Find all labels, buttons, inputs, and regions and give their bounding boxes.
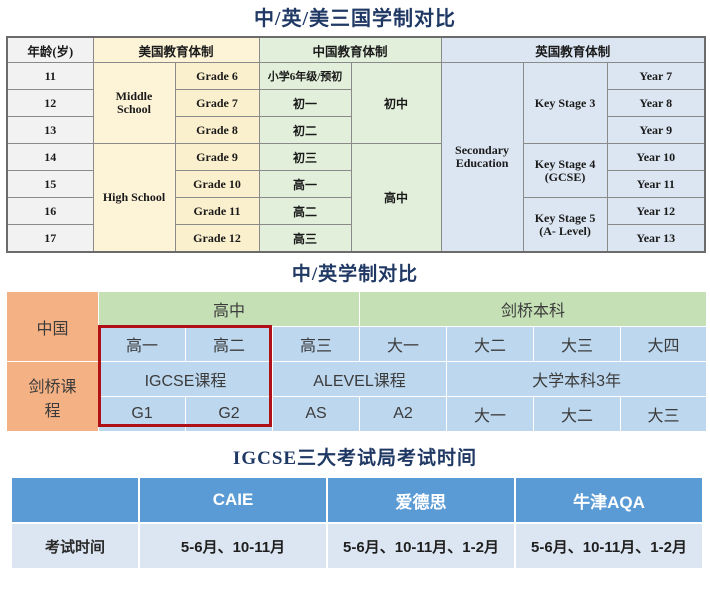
cell-course-igcse: IGCSE课程 (98, 361, 273, 397)
table-row-header: CAIE 爱德思 牛津AQA (10, 476, 704, 524)
cell-us-high-school: High School (92, 143, 176, 253)
cell-uk-year-13: Year 13 (606, 224, 706, 253)
cell-exam-time-oxford-aqa: 5-6月、10-11月、1-2月 (514, 522, 704, 570)
cell-age-17: 17 (6, 224, 94, 253)
cell-level-2: AS (271, 396, 361, 432)
header-uk: 英国教育体制 (440, 36, 706, 63)
cell-uk-year-12: Year 12 (606, 197, 706, 225)
cell-stage-senior-high: 高中 (97, 291, 361, 327)
section-one-title: 中/英/美三国学制对比 (253, 8, 457, 30)
cell-corner-blank (10, 476, 140, 524)
cell-uk-year-11: Year 11 (606, 170, 706, 198)
table-row-course: 剑桥课 程 IGCSE课程 ALEVEL课程 大学本科3年 (6, 361, 708, 432)
cell-course-alevel: ALEVEL课程 (271, 361, 448, 397)
ks4-line1: Key Stage 4 (534, 156, 596, 171)
china-cambridge-comparison-table: 中国 高中 剑桥本科 高一 高二 高三 大一 大二 大三 大四 剑桥课 程 IG… (6, 291, 708, 432)
cell-uk-year-9: Year 9 (606, 116, 706, 144)
cell-year-5: 大三 (533, 326, 622, 362)
header-board-edexcel: 爱德思 (326, 476, 516, 524)
table-row: 14 High School Grade 9 初三 高中 Key Stage 4… (6, 143, 706, 253)
cell-cn-grade-4: 高一 (258, 170, 352, 198)
table-row-year: 高一 高二 高三 大一 大二 大三 大四 (7, 326, 708, 362)
cell-level-1: G2 (185, 396, 273, 432)
cell-level-3: A2 (359, 396, 448, 432)
cell-uk-key-stage-3: Key Stage 3 (522, 62, 608, 144)
cell-exam-time-edexcel: 5-6月、10-11月、1-2月 (326, 522, 516, 570)
table-row-stage: 中国 高中 剑桥本科 (6, 291, 708, 362)
cell-level-0: G1 (98, 396, 186, 432)
cell-stage-cambridge-undergrad: 剑桥本科 (359, 291, 708, 327)
us-middle-school-line2: School (116, 102, 151, 116)
cell-uk-year-10: Year 10 (606, 143, 706, 171)
cell-uk-key-stage-5: Key Stage 5 (A- Level) (522, 197, 608, 253)
cell-cn-grade-1: 初一 (258, 89, 352, 117)
ks5-line2: (A- Level) (539, 223, 591, 238)
cell-year-6: 大四 (620, 326, 708, 362)
table-row: 11 Middle School Grade 6 小学6年级/预初 初中 Sec… (6, 62, 706, 253)
table-row-level: G1 G2 AS A2 大一 大二 大三 (7, 396, 708, 432)
cell-us-grade-8: Grade 8 (174, 116, 260, 144)
uk-secondary-line2: Education (455, 156, 509, 170)
table-row-header: 年龄(岁) 美国教育体制 中国教育体制 英国教育体制 (6, 36, 706, 63)
cell-age-16: 16 (6, 197, 94, 225)
cell-exam-time-caie: 5-6月、10-11月 (138, 522, 328, 570)
table-row: 考试时间 5-6月、10-11月 5-6月、10-11月、1-2月 5-6月、1… (10, 522, 704, 570)
three-country-comparison-table: 年龄(岁) 美国教育体制 中国教育体制 英国教育体制 11 Middle Sch… (6, 36, 707, 253)
china-cambridge-table-wrapper: 中国 高中 剑桥本科 高一 高二 高三 大一 大二 大三 大四 剑桥课 程 IG… (6, 291, 708, 432)
cell-uk-key-stage-4: Key Stage 4 (GCSE) (522, 143, 608, 198)
cell-cn-grade-6: 高三 (258, 224, 352, 253)
cell-uk-year-7: Year 7 (606, 62, 706, 90)
cell-cn-grade-5: 高二 (258, 197, 352, 225)
cell-level-5: 大二 (533, 396, 622, 432)
header-us: 美国教育体制 (92, 36, 260, 63)
section-two-title: 中/英学制对比 (291, 264, 419, 285)
cell-age-11: 11 (6, 62, 94, 90)
cell-age-13: 13 (6, 116, 94, 144)
cell-course-undergrad: 大学本科3年 (446, 361, 708, 397)
header-cn: 中国教育体制 (258, 36, 442, 63)
cell-year-1: 高二 (185, 326, 273, 362)
cell-level-4: 大一 (446, 396, 535, 432)
igcse-exam-boards-table: CAIE 爱德思 牛津AQA 考试时间 5-6月、10-11月 5-6月、10-… (10, 476, 704, 570)
cell-year-2: 高三 (271, 326, 361, 362)
cell-us-grade-10: Grade 10 (174, 170, 260, 198)
ks4-line2: (GCSE) (544, 169, 586, 184)
cell-uk-year-8: Year 8 (606, 89, 706, 117)
cambridge-label-line2: 程 (44, 402, 61, 420)
header-board-oxford-aqa: 牛津AQA (514, 476, 704, 524)
cell-cn-senior-high: 高中 (350, 143, 442, 253)
cell-age-12: 12 (6, 89, 94, 117)
cell-us-grade-9: Grade 9 (174, 143, 260, 171)
cell-cn-grade-2: 初二 (258, 116, 352, 144)
cell-us-grade-12: Grade 12 (174, 224, 260, 253)
cell-uk-secondary-education: Secondary Education (440, 62, 524, 253)
spacer-after-table-two (0, 432, 710, 442)
cell-year-4: 大二 (446, 326, 535, 362)
header-age: 年龄(岁) (6, 36, 94, 63)
row-label-cambridge-course: 剑桥课 程 (6, 361, 99, 432)
cell-cn-grade-0: 小学6年级/预初 (258, 62, 352, 90)
header-board-caie: CAIE (138, 476, 328, 524)
ks5-line1: Key Stage 5 (534, 210, 596, 225)
cell-us-middle-school: Middle School (92, 62, 176, 144)
cell-us-grade-11: Grade 11 (174, 197, 260, 225)
cambridge-label-line1: 剑桥课 (28, 378, 77, 396)
cell-cn-grade-3: 初三 (258, 143, 352, 171)
cell-year-3: 大一 (359, 326, 448, 362)
section-three-title: IGCSE三大考试局考试时间 (232, 448, 478, 469)
cell-age-14: 14 (6, 143, 94, 171)
cell-age-15: 15 (6, 170, 94, 198)
cell-level-6: 大三 (620, 396, 708, 432)
cell-cn-junior-high: 初中 (350, 62, 442, 144)
row-label-exam-time: 考试时间 (10, 522, 140, 570)
cell-us-grade-6: Grade 6 (174, 62, 260, 90)
row-label-china: 中国 (6, 291, 99, 362)
cell-us-grade-7: Grade 7 (174, 89, 260, 117)
cell-year-0: 高一 (98, 326, 186, 362)
